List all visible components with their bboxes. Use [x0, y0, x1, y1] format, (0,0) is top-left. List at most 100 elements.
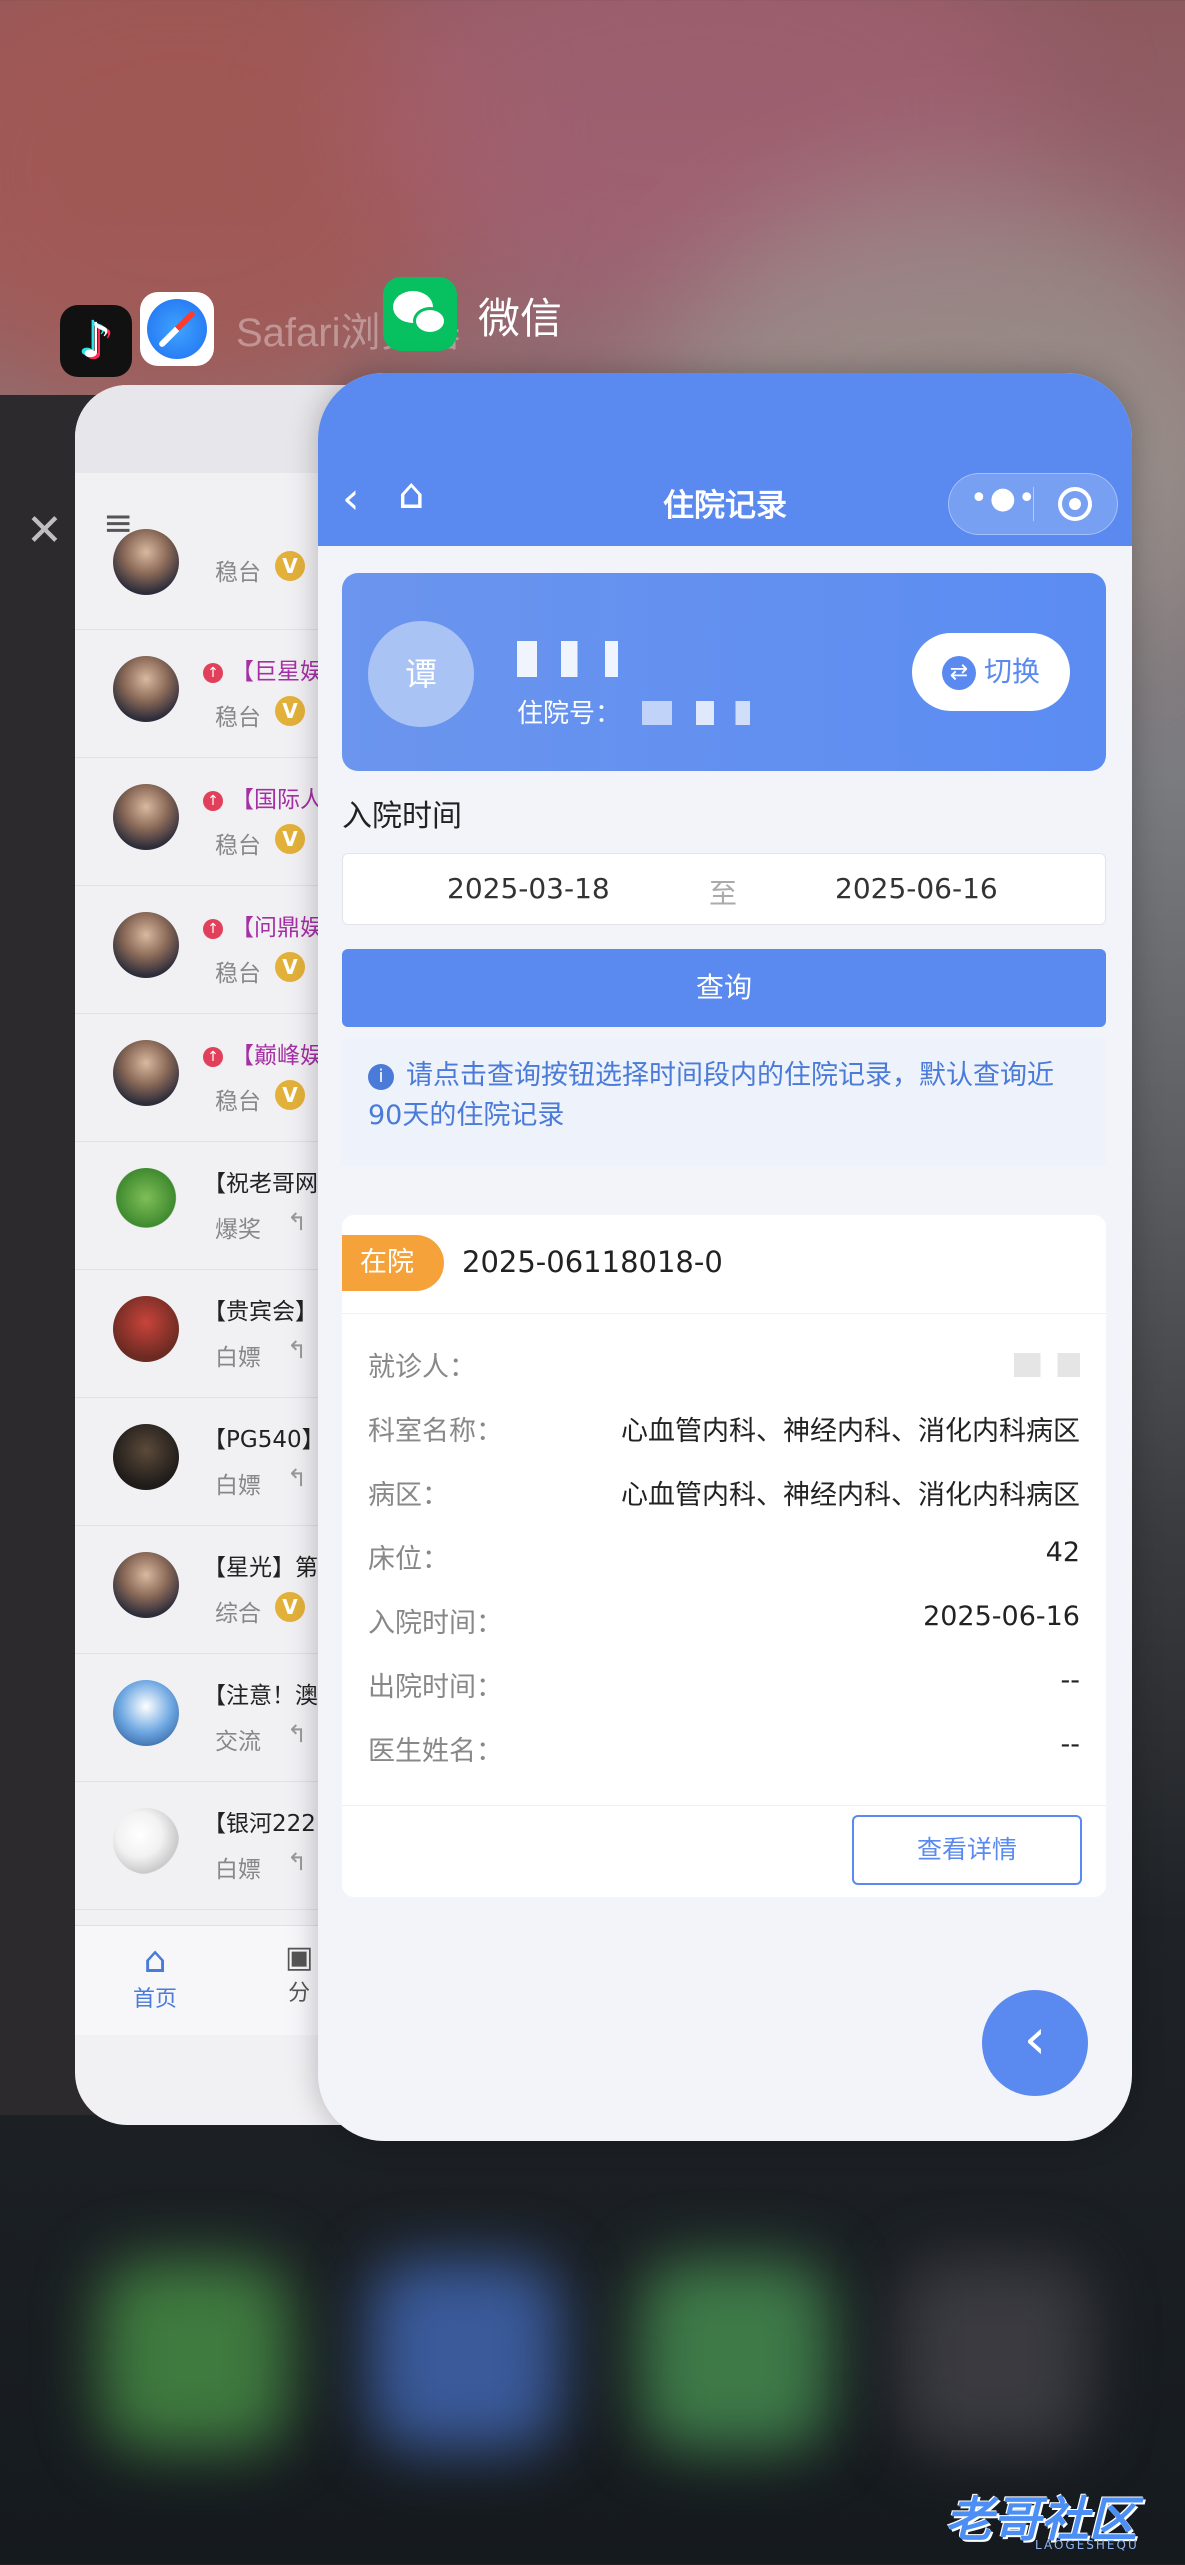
field-label: 出院时间： [368, 1672, 503, 1703]
avatar [113, 1552, 179, 1618]
field-label: 床位： [368, 1544, 449, 1575]
post-title: 【星光】第 [203, 1555, 318, 1581]
dock-icon-blur [640, 2260, 830, 2450]
grid-icon: ▣ [285, 1940, 314, 1975]
avatar [113, 1424, 179, 1490]
watermark-subtext: LAOGESHEQU [1035, 2538, 1139, 2552]
post-title: ↑ 【问鼎娱 [203, 908, 323, 942]
end-date[interactable]: 2025-06-16 [835, 872, 998, 905]
hot-up-icon: ↑ [203, 663, 223, 683]
avatar [113, 784, 179, 850]
avatar [113, 912, 179, 978]
home-icon: ⌂ [143, 1940, 167, 1981]
info-icon: i [368, 1064, 394, 1090]
post-title: ↑ 【巅峰娱 [203, 1036, 323, 1070]
avatar [113, 529, 179, 595]
avatar: 谭 [368, 621, 474, 727]
verified-badge-icon: V [275, 952, 305, 982]
dock-icon-blur [900, 2260, 1090, 2450]
reply-icon: ↰ [287, 1464, 308, 1492]
avatar [113, 656, 179, 722]
field-admit-time: 入院时间： 2025-06-16 [368, 1589, 1080, 1653]
record-card: 在院 2025-06118018-0 就诊人： 科室名称： 心血管内科、神经内科… [342, 1215, 1106, 1897]
tiktok-app-icon[interactable]: ♪ [60, 305, 132, 377]
back-fab-button[interactable]: ‹ [982, 1990, 1088, 2096]
redacted-inpatient-no [642, 701, 762, 725]
field-label: 就诊人： [368, 1352, 476, 1383]
field-label: 病区： [368, 1480, 449, 1511]
start-date[interactable]: 2025-03-18 [447, 872, 610, 905]
avatar [113, 1808, 179, 1874]
post-title: ↑ 【国际人 [203, 780, 323, 814]
redacted-value [1014, 1353, 1080, 1377]
safari-app-icon[interactable] [140, 292, 214, 366]
post-title: 【PG540】 [203, 1427, 325, 1453]
field-value: -- [1060, 1665, 1081, 1696]
reply-icon: ↰ [287, 1208, 308, 1236]
query-button[interactable]: 查询 [342, 949, 1106, 1027]
post-tag: 白嫖 [215, 1857, 261, 1883]
verified-badge-icon: V [275, 551, 305, 581]
divider [342, 1805, 1106, 1806]
wechat-app-icon[interactable] [383, 277, 457, 351]
verified-badge-icon: V [275, 1080, 305, 1110]
post-tag: 爆奖 [215, 1217, 261, 1243]
verified-badge-icon: V [275, 696, 305, 726]
view-details-button[interactable]: 查看详情 [852, 1815, 1082, 1885]
dock-icon-blur [370, 2260, 560, 2450]
verified-badge-icon: V [275, 824, 305, 854]
tab-home[interactable]: ⌂ 首页 [133, 1940, 177, 2013]
post-tag: 白嫖 [215, 1473, 261, 1499]
more-icon[interactable]: •●• [970, 481, 1038, 516]
hot-up-icon: ↑ [203, 791, 223, 811]
wechat-app-label: 微信 [478, 294, 563, 343]
divider [342, 1313, 1106, 1314]
section-title: 入院时间 [342, 799, 462, 834]
post-title: 【祝老哥网 [203, 1171, 318, 1197]
field-value: 心血管内科、神经内科、消化内科病区 [621, 1480, 1080, 1511]
tab-home-label: 首页 [133, 1987, 178, 2012]
field-label: 医生姓名： [368, 1736, 503, 1767]
avatar [113, 1680, 179, 1746]
reply-icon: ↰ [287, 1848, 308, 1876]
field-value: 心血管内科、神经内科、消化内科病区 [621, 1416, 1080, 1447]
status-badge: 在院 [342, 1235, 444, 1291]
post-tag: 稳台 [215, 560, 261, 586]
app-card-wechat[interactable]: ‹ ⌂ 住院记录 •●• 谭 住院号： ⇄ 切换 入院时间 2025-03-18 … [318, 373, 1132, 2141]
record-number: 2025-06118018-0 [462, 1245, 723, 1279]
hot-up-icon: ↑ [203, 919, 223, 939]
post-tag: 白嫖 [215, 1345, 261, 1371]
hot-up-icon: ↑ [203, 1047, 223, 1067]
tab-category[interactable]: ▣ 分 [285, 1940, 313, 2007]
post-title: 【注意！澳 [203, 1683, 318, 1709]
date-range-picker[interactable]: 2025-03-18 至 2025-06-16 [342, 853, 1106, 925]
dock-icon-blur [100, 2260, 290, 2450]
tip-box: i 请点击查询按钮选择时间段内的住院记录，默认查询近90天的住院记录 [342, 1038, 1106, 1166]
field-value: 42 [1045, 1537, 1080, 1568]
switch-patient-button[interactable]: ⇄ 切换 [912, 633, 1070, 711]
field-discharge-time: 出院时间： -- [368, 1653, 1080, 1717]
tab-category-label: 分 [288, 1981, 311, 2006]
avatar [113, 1296, 179, 1362]
post-title: 【银河222 [203, 1811, 316, 1837]
post-title: 【贵宾会】 [203, 1299, 318, 1325]
avatar [113, 1168, 179, 1234]
close-miniapp-icon[interactable] [1058, 487, 1092, 521]
field-value: -- [1060, 1729, 1081, 1760]
field-patient: 就诊人： [368, 1333, 1080, 1397]
avatar [113, 1040, 179, 1106]
redacted-name [517, 641, 627, 677]
field-value: 2025-06-16 [923, 1601, 1080, 1632]
close-icon[interactable]: ✕ [26, 505, 63, 556]
date-range-separator: 至 [709, 877, 738, 910]
field-department: 科室名称： 心血管内科、神经内科、消化内科病区 [368, 1397, 1080, 1461]
swap-icon: ⇄ [941, 656, 976, 690]
post-tag: 综合 [215, 1601, 261, 1627]
patient-card: 谭 住院号： ⇄ 切换 [342, 573, 1106, 771]
record-fields: 就诊人： 科室名称： 心血管内科、神经内科、消化内科病区 病区： 心血管内科、神… [368, 1333, 1080, 1781]
inpatient-no-label: 住院号： [517, 699, 622, 729]
post-title: ↑ 【巨星娱 [203, 652, 323, 686]
post-tag: 稳台 [215, 705, 261, 731]
field-label: 科室名称： [368, 1416, 503, 1447]
post-tag: 交流 [215, 1729, 261, 1755]
